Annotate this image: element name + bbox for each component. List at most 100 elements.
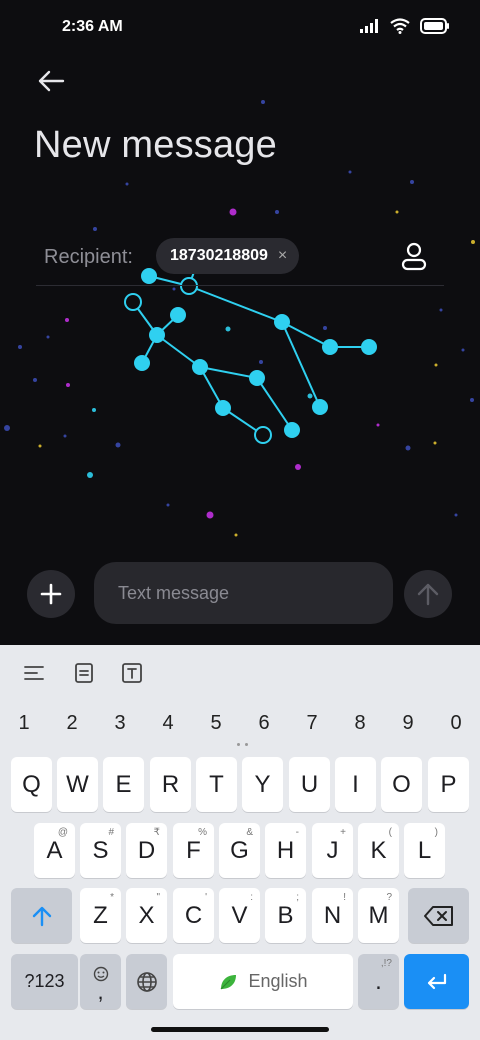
key-hint: # xyxy=(108,827,114,838)
key-r[interactable]: R xyxy=(150,757,191,812)
page-title: New message xyxy=(34,124,277,166)
key-hint: ' xyxy=(205,892,207,903)
back-button[interactable] xyxy=(34,64,68,98)
key-label: Q xyxy=(22,770,41,798)
signal-icon xyxy=(360,19,378,33)
key-label: Z xyxy=(93,901,108,929)
key-label: T xyxy=(209,770,224,798)
language-key[interactable] xyxy=(126,954,167,1009)
symbols-key[interactable]: ?123 xyxy=(11,954,78,1009)
key-o[interactable]: O xyxy=(381,757,422,812)
key-hint: ) xyxy=(434,827,438,838)
enter-key[interactable] xyxy=(404,954,469,1009)
key-label: U xyxy=(300,770,319,798)
key-e[interactable]: E xyxy=(103,757,144,812)
key-y[interactable]: Y xyxy=(242,757,283,812)
emoji-comma-key[interactable]: , xyxy=(80,954,121,1009)
key-7[interactable]: 7 xyxy=(292,705,332,741)
enter-icon xyxy=(427,973,446,989)
key-1[interactable]: 1 xyxy=(4,705,44,741)
key-label: K xyxy=(370,836,387,864)
add-attachment-button[interactable] xyxy=(27,570,75,618)
contact-picker-button[interactable] xyxy=(398,240,430,272)
space-key-label: English xyxy=(248,971,308,991)
key-hint: * xyxy=(110,892,114,903)
key-k[interactable]: (K xyxy=(358,823,399,878)
key-hint: " xyxy=(156,892,160,903)
key-l[interactable]: ) L xyxy=(404,823,445,878)
navigation-handle[interactable] xyxy=(151,1027,329,1032)
text-format-icon xyxy=(122,663,142,683)
key-hint: ! xyxy=(343,892,346,903)
key-0[interactable]: 0 xyxy=(436,705,476,741)
key-m[interactable]: ? M xyxy=(358,888,399,943)
wifi-icon xyxy=(390,18,410,34)
text-tool-button[interactable] xyxy=(118,659,146,687)
key-label: I xyxy=(352,770,359,798)
key-8[interactable]: 8 xyxy=(340,705,380,741)
key-v[interactable]: :V xyxy=(219,888,260,943)
key-3[interactable]: 3 xyxy=(100,705,140,741)
chip-remove-icon[interactable]: × xyxy=(278,248,287,264)
key-label: L xyxy=(417,836,432,864)
key-t[interactable]: T xyxy=(196,757,237,812)
key-hint: ; xyxy=(296,892,299,903)
key-j[interactable]: + J xyxy=(312,823,353,878)
comma-label: , xyxy=(97,978,104,1004)
key-w[interactable]: W xyxy=(57,757,98,812)
recipient-chip[interactable]: 18730218809 × xyxy=(156,238,300,274)
key-5[interactable]: 5 xyxy=(196,705,236,741)
key-p[interactable]: P xyxy=(428,757,469,812)
key-hint: - xyxy=(295,827,299,838)
key-c[interactable]: ' C xyxy=(173,888,214,943)
key-label: Y xyxy=(254,770,271,798)
key-f[interactable]: % F xyxy=(173,823,214,878)
arrow-up-icon xyxy=(417,583,439,606)
key-h[interactable]: -H xyxy=(265,823,306,878)
recipient-chip-text: 18730218809 xyxy=(170,247,268,264)
key-x[interactable]: " X xyxy=(126,888,167,943)
plus-icon xyxy=(40,583,62,605)
period-key[interactable]: ,!? . xyxy=(358,954,399,1009)
shift-key[interactable] xyxy=(11,888,72,943)
number-row: 1 2 3 4 5 6 7 8 9 0 xyxy=(0,705,480,741)
key-s[interactable]: # S xyxy=(80,823,121,878)
key-label: P xyxy=(440,770,457,798)
align-left-icon xyxy=(24,666,44,680)
key-hint: & xyxy=(246,827,253,838)
key-z[interactable]: * Z xyxy=(80,888,121,943)
key-g[interactable]: & G xyxy=(219,823,260,878)
key-hint: % xyxy=(198,827,207,838)
key-label: N xyxy=(323,901,342,929)
key-q[interactable]: Q xyxy=(11,757,52,812)
key-hint: @ xyxy=(57,827,68,838)
key-label: H xyxy=(276,836,295,864)
key-label: J xyxy=(326,836,339,864)
key-hint: ? xyxy=(386,892,392,903)
clipboard-tool-button[interactable] xyxy=(70,659,98,687)
key-label: E xyxy=(115,770,132,798)
key-d[interactable]: ₹ D xyxy=(126,823,167,878)
space-key[interactable]: English xyxy=(173,954,353,1009)
key-hint: + xyxy=(340,827,346,838)
shift-arrow-icon xyxy=(32,906,51,926)
backspace-key[interactable] xyxy=(408,888,469,943)
key-label: D xyxy=(137,836,156,864)
key-b[interactable]: ; B xyxy=(265,888,306,943)
key-label: O xyxy=(392,770,411,798)
key-u[interactable]: U xyxy=(289,757,330,812)
key-6[interactable]: 6 xyxy=(244,705,284,741)
key-n[interactable]: ! N xyxy=(312,888,353,943)
keyboard-toolbar xyxy=(0,645,480,699)
key-i[interactable]: I xyxy=(335,757,376,812)
menu-tool-button[interactable] xyxy=(20,659,48,687)
arrow-left-icon xyxy=(38,70,65,92)
key-4[interactable]: 4 xyxy=(148,705,188,741)
send-button[interactable] xyxy=(404,570,452,618)
key-a[interactable]: @ A xyxy=(34,823,75,878)
globe-icon xyxy=(136,971,157,992)
key-label: V xyxy=(231,901,248,929)
key-9[interactable]: 9 xyxy=(388,705,428,741)
text-message-input[interactable] xyxy=(94,562,393,624)
key-2[interactable]: 2 xyxy=(52,705,92,741)
